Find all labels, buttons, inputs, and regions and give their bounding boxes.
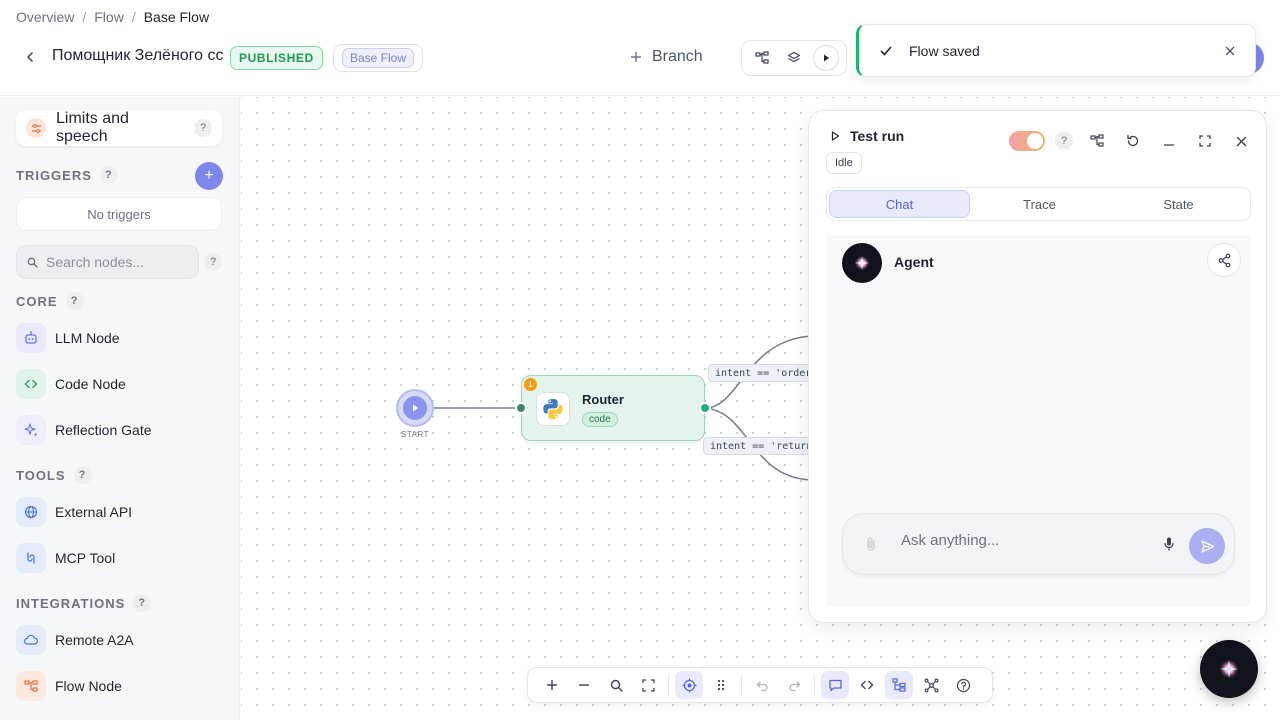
toolbar-divider xyxy=(814,675,815,695)
chat-area: Agent xyxy=(826,235,1251,607)
magnifier-icon xyxy=(610,679,623,692)
agent-avatar xyxy=(842,243,882,283)
microphone-icon[interactable] xyxy=(1163,536,1175,555)
help-button[interactable] xyxy=(949,671,977,699)
tab-chat[interactable]: Chat xyxy=(829,190,970,218)
play-icon xyxy=(403,396,427,420)
network-icon xyxy=(924,678,938,692)
undo-icon xyxy=(756,680,768,691)
zoom-in-button[interactable] xyxy=(538,671,566,699)
target-icon xyxy=(682,678,696,692)
router-node[interactable]: 1 Router code xyxy=(521,375,705,441)
minimize-button[interactable] xyxy=(1151,127,1187,155)
test-run-header[interactable]: Test run xyxy=(831,128,904,144)
hierarchy-icon xyxy=(1090,134,1104,147)
fit-view-button[interactable] xyxy=(634,671,662,699)
trace-layout-button[interactable] xyxy=(1079,127,1115,155)
reset-icon xyxy=(1127,134,1139,147)
toggle-knob xyxy=(1027,133,1043,149)
router-input-handle[interactable] xyxy=(515,402,527,414)
start-node[interactable] xyxy=(396,389,434,427)
tab-state[interactable]: State xyxy=(1109,190,1248,218)
network-button[interactable] xyxy=(917,671,945,699)
zoom-search-button[interactable] xyxy=(602,671,630,699)
node-order-badge: 1 xyxy=(524,378,537,391)
redo-icon xyxy=(788,680,800,691)
test-run-panel: Test run Idle ? Chat Trace State Agent A… xyxy=(808,110,1267,623)
tab-trace[interactable]: Trace xyxy=(970,190,1109,218)
attach-icon[interactable] xyxy=(865,536,877,555)
edge-label-order[interactable]: intent == 'order' xyxy=(708,364,810,382)
code-icon xyxy=(860,680,874,690)
redo-button[interactable] xyxy=(780,671,808,699)
fit-view-icon xyxy=(641,678,655,692)
help-icon xyxy=(956,678,970,692)
chat-composer xyxy=(842,513,1235,575)
share-button[interactable] xyxy=(1207,243,1241,277)
reset-button[interactable] xyxy=(1115,127,1151,155)
minus-icon xyxy=(579,684,589,686)
panel-tabs: Chat Trace State xyxy=(826,187,1251,221)
focus-button[interactable] xyxy=(675,671,703,699)
chat-icon xyxy=(828,679,842,691)
edge-label-returns[interactable]: intent == 'returns xyxy=(703,437,810,455)
help-icon[interactable]: ? xyxy=(1055,132,1073,150)
share-icon xyxy=(1218,253,1230,267)
mode-toggle[interactable] xyxy=(1009,131,1045,151)
chat-toggle-button[interactable] xyxy=(821,671,849,699)
agent-name: Agent xyxy=(894,254,934,270)
plus-icon xyxy=(547,680,557,690)
router-title: Router xyxy=(582,392,624,407)
tree-icon xyxy=(892,678,906,692)
expand-button[interactable] xyxy=(1187,127,1223,155)
tree-layout-button[interactable] xyxy=(885,671,913,699)
grip-icon xyxy=(717,679,725,691)
run-status-badge: Idle xyxy=(826,152,862,174)
toolbar-divider xyxy=(668,675,669,695)
minimize-icon xyxy=(1163,144,1175,146)
code-view-button[interactable] xyxy=(853,671,881,699)
panel-close-button[interactable] xyxy=(1223,127,1259,155)
play-outline-icon xyxy=(831,131,840,141)
panel-controls: ? xyxy=(1009,127,1259,155)
undo-button[interactable] xyxy=(748,671,776,699)
send-button[interactable] xyxy=(1189,528,1225,564)
agent-assistant-button[interactable] xyxy=(1200,640,1258,698)
sparkle-icon xyxy=(854,255,870,271)
send-icon xyxy=(1200,539,1214,553)
router-output-handle[interactable] xyxy=(699,402,711,414)
toolbar-divider xyxy=(741,675,742,695)
grid-button[interactable] xyxy=(707,671,735,699)
test-run-title: Test run xyxy=(850,128,905,144)
start-label: START xyxy=(401,430,429,439)
node-type-tag: code xyxy=(582,412,618,427)
canvas-toolbar xyxy=(527,667,993,703)
zoom-out-button[interactable] xyxy=(570,671,598,699)
python-icon xyxy=(536,392,570,426)
sparkle-icon xyxy=(1219,659,1239,679)
expand-icon xyxy=(1199,135,1211,147)
chat-input[interactable] xyxy=(901,532,1151,549)
close-icon xyxy=(1236,136,1246,146)
